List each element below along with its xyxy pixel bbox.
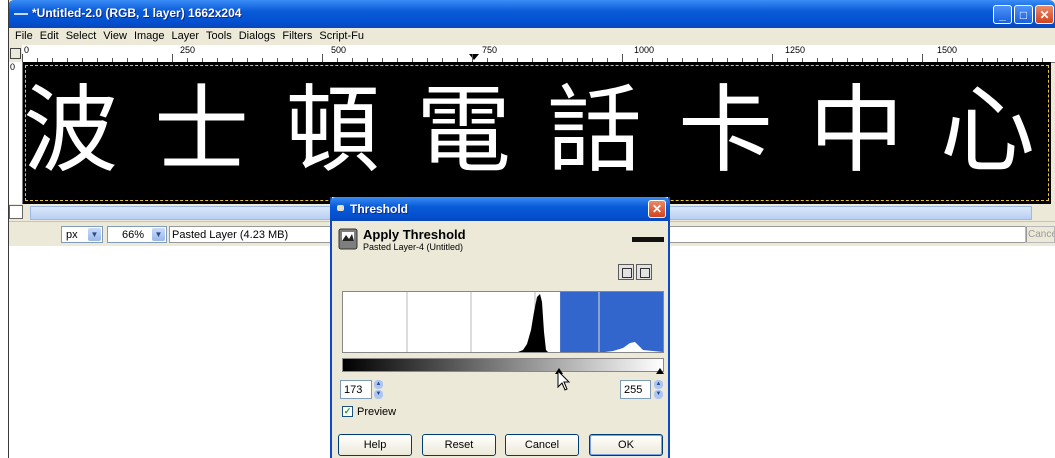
low-threshold-input[interactable]: 173 bbox=[340, 380, 372, 399]
unit-select[interactable]: px ▼ bbox=[61, 226, 103, 243]
ruler-tick bbox=[622, 54, 623, 62]
ruler-tick bbox=[472, 54, 473, 62]
high-threshold-spinner[interactable]: ▲ ▼ bbox=[654, 380, 663, 399]
high-threshold-input[interactable]: 255 bbox=[620, 380, 651, 399]
chevron-down-icon[interactable]: ▼ bbox=[374, 390, 383, 399]
menubar: File Edit Select View Image Layer Tools Dialogs… bbox=[8, 28, 1055, 45]
preview-checkbox[interactable]: ✓ bbox=[342, 406, 353, 417]
ruler-label: 1500 bbox=[937, 45, 958, 55]
menu-tools[interactable]: Tools bbox=[206, 28, 232, 45]
menu-select[interactable]: Select bbox=[66, 28, 97, 45]
close-icon: ✕ bbox=[651, 202, 663, 216]
image-canvas[interactable]: 波士頓電話卡中心 bbox=[23, 62, 1051, 204]
low-threshold-value: 173 bbox=[344, 384, 363, 396]
cancel-button[interactable]: Cancel bbox=[505, 434, 579, 456]
gimp-window-icon bbox=[14, 13, 28, 15]
linear-histogram-button[interactable] bbox=[618, 264, 634, 280]
quick-mask-toggle[interactable] bbox=[8, 45, 22, 62]
zoom-value: 66% bbox=[122, 229, 145, 241]
preview-label[interactable]: Preview bbox=[357, 406, 396, 418]
ok-button[interactable]: OK bbox=[589, 434, 663, 456]
dialog-title: Threshold bbox=[350, 202, 409, 216]
reset-button[interactable]: Reset bbox=[422, 434, 496, 456]
ruler-tick bbox=[922, 54, 923, 62]
ruler-label: 0 bbox=[10, 62, 16, 72]
maximize-button[interactable]: □ bbox=[1014, 5, 1033, 24]
linear-histogram-icon bbox=[622, 268, 632, 278]
chevron-down-icon: ▼ bbox=[152, 228, 165, 241]
canvas-text: 波士頓電話卡中心 bbox=[23, 76, 1051, 186]
high-threshold-handle[interactable] bbox=[656, 368, 664, 374]
threshold-dialog: Threshold ✕ Apply Threshold Pasted Layer… bbox=[330, 197, 670, 458]
maximize-icon: □ bbox=[1019, 8, 1028, 22]
ruler-label: 0 bbox=[24, 45, 30, 55]
window-title: *Untitled-2.0 (RGB, 1 layer) 1662x204 bbox=[32, 6, 242, 20]
window-titlebar[interactable]: *Untitled-2.0 (RGB, 1 layer) 1662x204 _ … bbox=[8, 0, 1055, 28]
menu-script-fu[interactable]: Script-Fu bbox=[319, 28, 364, 45]
histogram[interactable] bbox=[342, 291, 664, 353]
cancel-progress-button[interactable]: Cance bbox=[1025, 226, 1055, 243]
menu-arrow-icon bbox=[10, 48, 21, 59]
ruler-tick bbox=[172, 54, 173, 62]
layer-info: Pasted Layer (4.23 MB) bbox=[172, 229, 289, 241]
chevron-up-icon[interactable]: ▲ bbox=[374, 380, 383, 389]
close-icon: ✕ bbox=[1039, 8, 1050, 22]
chevron-down-icon[interactable]: ▼ bbox=[654, 390, 663, 399]
log-histogram-icon bbox=[640, 268, 650, 278]
menu-dialogs[interactable]: Dialogs bbox=[239, 28, 276, 45]
log-histogram-button[interactable] bbox=[636, 264, 652, 280]
menu-layer[interactable]: Layer bbox=[172, 28, 200, 45]
menu-filters[interactable]: Filters bbox=[282, 28, 312, 45]
threshold-gradient bbox=[342, 358, 664, 372]
help-button[interactable]: Help bbox=[338, 434, 412, 456]
menu-image[interactable]: Image bbox=[134, 28, 165, 45]
ruler-label: 1000 bbox=[634, 45, 655, 55]
ruler-label: 750 bbox=[482, 45, 498, 55]
high-threshold-value: 255 bbox=[624, 384, 643, 396]
ruler-tick bbox=[322, 54, 323, 62]
unit-value: px bbox=[66, 229, 78, 241]
ruler-tick bbox=[772, 54, 773, 62]
ruler-label: 500 bbox=[331, 45, 347, 55]
mouse-cursor-icon bbox=[557, 370, 571, 391]
low-threshold-spinner[interactable]: ▲ ▼ bbox=[374, 380, 383, 399]
chevron-down-icon: ▼ bbox=[88, 228, 101, 241]
zoom-select[interactable]: 66% ▼ bbox=[107, 226, 167, 243]
threshold-icon bbox=[338, 228, 358, 250]
ruler-position-marker bbox=[469, 54, 479, 60]
horizontal-ruler[interactable]: 0 250 500 750 1000 1250 1500 bbox=[22, 45, 1055, 63]
check-icon: ✓ bbox=[343, 406, 352, 416]
dialog-titlebar[interactable]: Threshold ✕ bbox=[330, 197, 670, 221]
histogram-selection bbox=[560, 292, 663, 352]
minimize-icon: _ bbox=[999, 8, 1006, 22]
ruler-label: 250 bbox=[180, 45, 196, 55]
vertical-ruler[interactable]: 0 bbox=[8, 62, 23, 204]
ruler-label: 1250 bbox=[785, 45, 806, 55]
dialog-header-subtitle: Pasted Layer-4 (Untitled) bbox=[363, 242, 464, 252]
layer-thumbnail bbox=[632, 237, 664, 242]
dialog-close-button[interactable]: ✕ bbox=[648, 200, 666, 218]
dialog-header-title: Apply Threshold bbox=[363, 227, 466, 242]
navigate-icon[interactable] bbox=[9, 205, 23, 219]
gimp-icon bbox=[337, 205, 344, 211]
menu-file[interactable]: File bbox=[15, 28, 33, 45]
menu-edit[interactable]: Edit bbox=[40, 28, 59, 45]
minimize-button[interactable]: _ bbox=[993, 5, 1012, 24]
histogram-peak bbox=[518, 294, 548, 352]
ruler-tick bbox=[22, 54, 23, 62]
window-border bbox=[8, 0, 9, 458]
close-button[interactable]: ✕ bbox=[1035, 5, 1054, 24]
chevron-up-icon[interactable]: ▲ bbox=[654, 380, 663, 389]
menu-view[interactable]: View bbox=[103, 28, 127, 45]
